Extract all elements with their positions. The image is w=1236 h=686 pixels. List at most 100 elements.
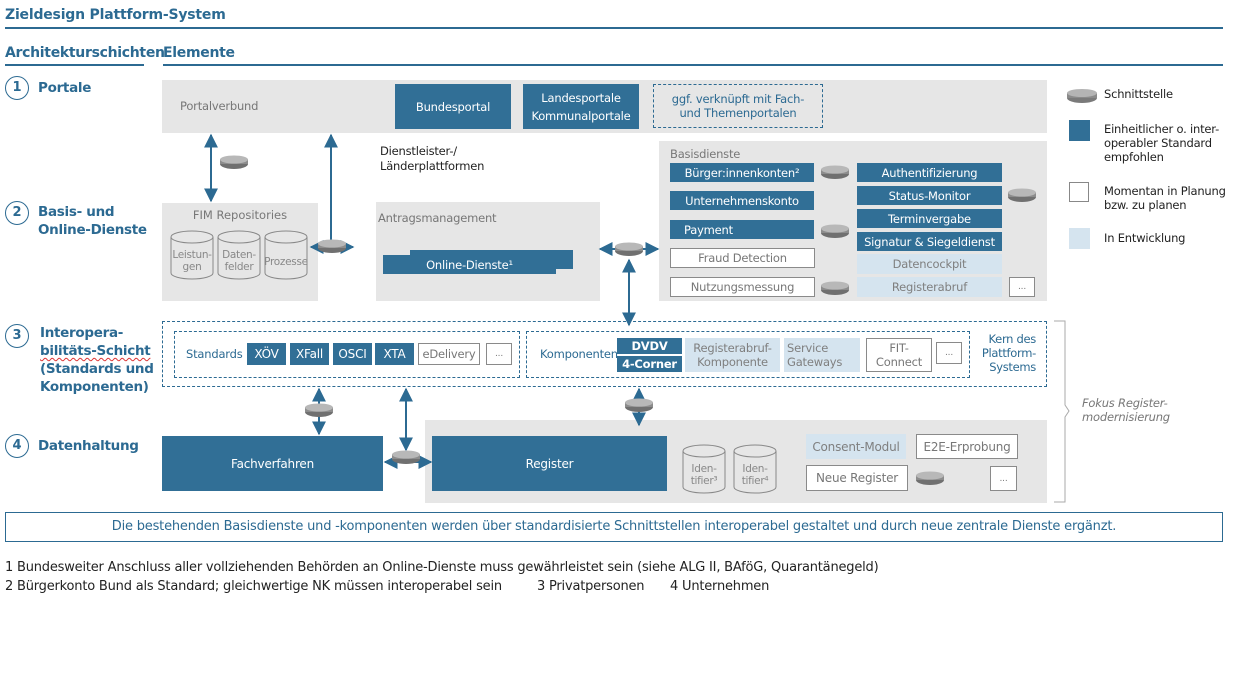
repository-leistungen[interactable]: Leistun- gen (170, 230, 214, 280)
legend-standard: Einheitlicher o. inter- operabler Standa… (1104, 122, 1219, 164)
service-fraud-detection[interactable]: Fraud Detection (670, 248, 815, 268)
service-unternehmenskonto[interactable]: Unternehmenskonto (670, 191, 814, 210)
layer-number-1: 1 (5, 76, 29, 100)
consent-modul-box[interactable]: Consent-Modul (806, 434, 906, 459)
identifier-label: tifier⁴ (741, 475, 769, 487)
landesportale-box[interactable]: Landesportale Kommunalportale (523, 84, 639, 129)
kern-label-line: Kern des (988, 332, 1037, 346)
identifier-unternehmen[interactable]: Iden- tifier⁴ (733, 444, 777, 494)
component-registerabruf[interactable]: Registerabruf- Komponente (685, 338, 780, 372)
standard-xta[interactable]: XTA (375, 343, 414, 365)
fokus-label-line: Fokus Register- (1082, 396, 1168, 410)
repository-prozesse[interactable]: Prozesse (264, 230, 308, 280)
basisdienste-label: Basisdienste (670, 147, 741, 161)
layer-label-datenhaltung: Datenhaltung (38, 438, 139, 454)
kern-label-line: Plattform- (981, 346, 1036, 360)
service-buergerkonten[interactable]: Bürger:innenkonten² (670, 163, 814, 182)
legend-line: empfohlen (1104, 150, 1164, 164)
online-dienste-label: Online-Dienste¹ (383, 255, 556, 274)
identifier-label: tifier³ (690, 475, 718, 487)
fachportale-label: und Themenportalen (679, 106, 797, 120)
service-nutzungsmessung[interactable]: Nutzungsmessung (670, 277, 815, 297)
basisdienste-more-button[interactable]: ... (1009, 277, 1035, 297)
dienstleister-line: Länderplattformen (380, 159, 485, 173)
layer-label-line: Komponenten) (40, 379, 149, 395)
fokus-label: Fokus Register- modernisierung (1082, 396, 1170, 424)
neue-register-box[interactable]: Neue Register (806, 465, 908, 491)
footnote-4: 4 Unternehmen (670, 579, 770, 594)
layer-label-line: bilitäts-Schicht (40, 343, 151, 359)
landesportale-label: Landesportale (541, 90, 621, 105)
component-service-gateways[interactable]: Service Gateways (784, 338, 860, 372)
online-dienste-box[interactable]: Online-Dienste¹ (383, 250, 573, 274)
service-terminvergabe[interactable]: Terminvergabe (857, 209, 1002, 228)
footnote-2: 2 Bürgerkonto Bund als Standard; gleichw… (5, 579, 502, 594)
komponenten-more-button[interactable]: ... (936, 342, 962, 364)
fim-repositories-label: FIM Repositories (192, 208, 288, 222)
portalverbund-label: Portalverbund (180, 99, 259, 113)
legend-line: Einheitlicher o. inter- (1104, 122, 1220, 136)
fachverfahren-box[interactable]: Fachverfahren (162, 436, 383, 491)
kommunalportale-label: Kommunalportale (531, 108, 631, 123)
dienstleister-line: Dienstleister-/ (380, 144, 457, 158)
legend-line: bzw. zu planen (1104, 198, 1187, 212)
fachportale-label: ggf. verknüpft mit Fach- (671, 92, 805, 106)
standards-more-button[interactable]: ... (486, 343, 512, 365)
standards-label: Standards (186, 347, 243, 361)
layer-label-interop: Interopera- bilitäts-Schicht (Standards … (40, 324, 154, 396)
legend-standard-swatch (1069, 120, 1090, 141)
fokus-bracket-icon (1054, 320, 1070, 503)
title-divider (5, 27, 1223, 29)
layer-label-line: (Standards und (40, 361, 154, 377)
e2e-erprobung-box[interactable]: E2E-Erprobung (916, 434, 1018, 459)
router-icon (305, 403, 333, 417)
component-4-corner[interactable]: 4-Corner (617, 356, 682, 372)
component-label: Service (787, 341, 829, 355)
diagram-title: Zieldesign Plattform-System (5, 7, 226, 23)
router-icon (220, 155, 248, 169)
identifier-privatpersonen[interactable]: Iden- tifier³ (682, 444, 726, 494)
layer-label-line: Interopera- (40, 325, 124, 341)
legend-development: In Entwicklung (1104, 231, 1186, 245)
register-more-button[interactable]: ... (990, 466, 1017, 491)
layer-label-basis: Basis- und Online-Dienste (38, 203, 147, 239)
standard-xoev[interactable]: XÖV (247, 343, 286, 365)
layers-header: Architekturschichten (5, 45, 165, 61)
router-icon (318, 239, 346, 253)
repository-label: Daten- (222, 249, 256, 261)
component-fit-connect[interactable]: FIT- Connect (866, 338, 932, 372)
layer-number-3: 3 (5, 324, 29, 348)
service-datencockpit[interactable]: Datencockpit (857, 254, 1002, 274)
component-label: Gateways (787, 355, 843, 369)
component-label: Komponente (697, 355, 768, 369)
footnote-1: 1 Bundesweiter Anschluss aller vollziehe… (5, 560, 879, 575)
fachportale-box[interactable]: ggf. verknüpft mit Fach- und Themenporta… (653, 84, 823, 128)
identifier-label: Iden- (691, 463, 717, 475)
antragsmanagement-label: Antragsmanagement (378, 211, 497, 225)
kern-label-line: Systems (989, 360, 1036, 374)
service-authentifizierung[interactable]: Authentifizierung (857, 163, 1002, 182)
router-icon (1067, 89, 1097, 103)
summary-info-box: Die bestehenden Basisdienste und -kompon… (5, 512, 1223, 542)
service-payment[interactable]: Payment (670, 220, 814, 239)
legend-schnittstelle: Schnittstelle (1104, 87, 1173, 101)
bundesportal-box[interactable]: Bundesportal (395, 84, 511, 129)
router-icon (392, 450, 420, 464)
layer-label-line: Basis- und (38, 204, 115, 220)
standard-edelivery[interactable]: eDelivery (418, 343, 480, 365)
repository-datenfelder[interactable]: Daten- felder (217, 230, 261, 280)
service-registerabruf[interactable]: Registerabruf (857, 277, 1002, 297)
footnote-3: 3 Privatpersonen (537, 579, 645, 594)
service-signatur-siegeldienst[interactable]: Signatur & Siegeldienst (857, 232, 1002, 251)
legend-planning-swatch (1069, 182, 1089, 202)
repository-label: felder (224, 261, 254, 273)
service-status-monitor[interactable]: Status-Monitor (857, 186, 1002, 205)
component-dvdv[interactable]: DVDV (617, 338, 682, 354)
register-box[interactable]: Register (432, 436, 667, 491)
layers-header-divider (5, 64, 144, 66)
layer-number-4: 4 (5, 434, 29, 458)
standard-osci[interactable]: OSCI (333, 343, 372, 365)
standard-xfall[interactable]: XFall (290, 343, 329, 365)
router-icon (625, 398, 653, 412)
component-label: Registerabruf- (693, 341, 772, 355)
